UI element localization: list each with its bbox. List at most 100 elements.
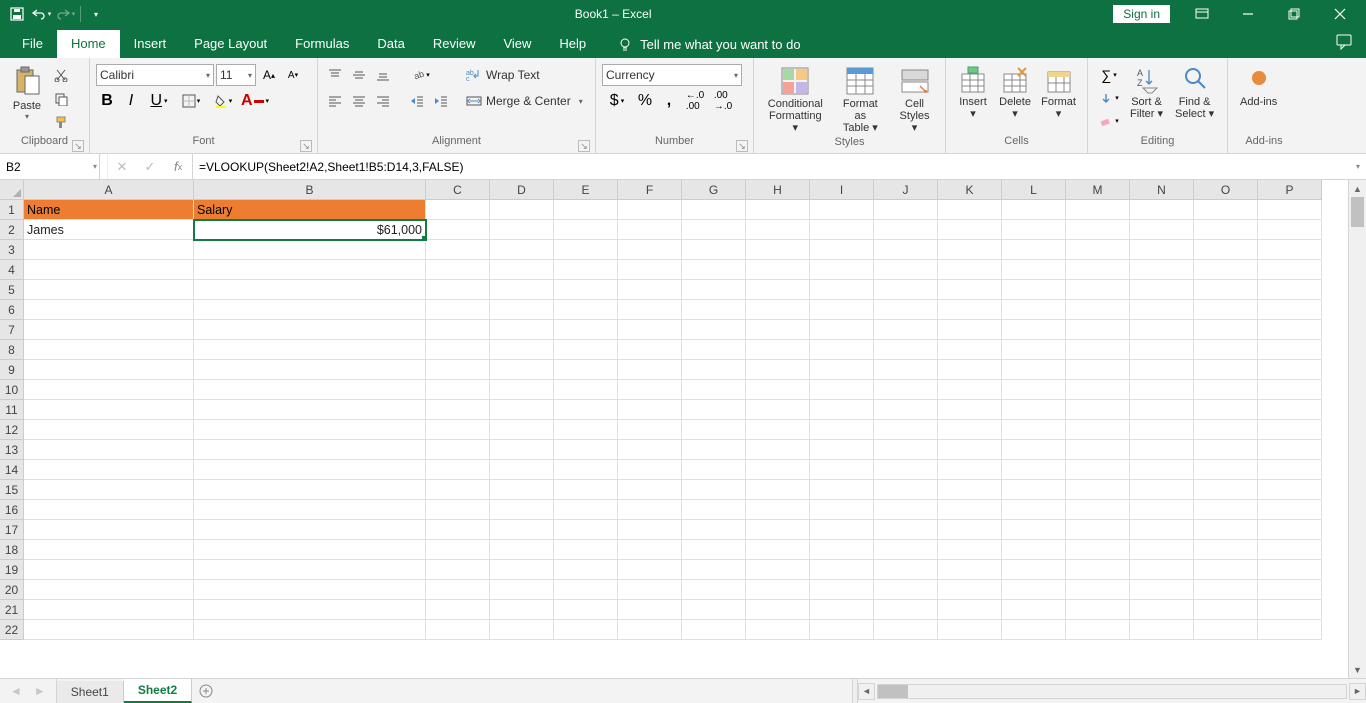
sheet-nav-prev-icon[interactable]: ◄ (6, 684, 26, 698)
sort-filter-button[interactable]: AZ Sort &Filter ▾ (1124, 64, 1169, 122)
row-header-1[interactable]: 1 (0, 200, 24, 220)
cell-A3[interactable] (24, 240, 194, 260)
cell-K4[interactable] (938, 260, 1002, 280)
cell-L9[interactable] (1002, 360, 1066, 380)
cell-L19[interactable] (1002, 560, 1066, 580)
tab-page-layout[interactable]: Page Layout (180, 30, 281, 58)
cell-K7[interactable] (938, 320, 1002, 340)
row-header-14[interactable]: 14 (0, 460, 24, 480)
cell-N15[interactable] (1130, 480, 1194, 500)
cell-H22[interactable] (746, 620, 810, 640)
cell-M15[interactable] (1066, 480, 1130, 500)
cell-C22[interactable] (426, 620, 490, 640)
cell-D13[interactable] (490, 440, 554, 460)
bold-button[interactable]: B (96, 90, 118, 112)
cell-L18[interactable] (1002, 540, 1066, 560)
cell-L11[interactable] (1002, 400, 1066, 420)
cell-C12[interactable] (426, 420, 490, 440)
cell-C17[interactable] (426, 520, 490, 540)
col-header-N[interactable]: N (1130, 180, 1194, 200)
cell-C20[interactable] (426, 580, 490, 600)
col-header-M[interactable]: M (1066, 180, 1130, 200)
cell-A15[interactable] (24, 480, 194, 500)
cell-C18[interactable] (426, 540, 490, 560)
cell-K1[interactable] (938, 200, 1002, 220)
cell-N3[interactable] (1130, 240, 1194, 260)
cell-P21[interactable] (1258, 600, 1322, 620)
row-header-16[interactable]: 16 (0, 500, 24, 520)
align-right-icon[interactable] (372, 90, 394, 112)
cell-I7[interactable] (810, 320, 874, 340)
cell-P11[interactable] (1258, 400, 1322, 420)
cell-C19[interactable] (426, 560, 490, 580)
cell-L1[interactable] (1002, 200, 1066, 220)
cell-M11[interactable] (1066, 400, 1130, 420)
cell-D8[interactable] (490, 340, 554, 360)
cell-F19[interactable] (618, 560, 682, 580)
tell-me-search[interactable]: Tell me what you want to do (618, 31, 800, 58)
cell-L6[interactable] (1002, 300, 1066, 320)
cell-B2[interactable]: $61,000 (194, 220, 426, 240)
cell-M16[interactable] (1066, 500, 1130, 520)
cell-A8[interactable] (24, 340, 194, 360)
cell-A13[interactable] (24, 440, 194, 460)
delete-cells-button[interactable]: Delete▾ (994, 64, 1036, 122)
cell-P18[interactable] (1258, 540, 1322, 560)
cell-N18[interactable] (1130, 540, 1194, 560)
cell-J3[interactable] (874, 240, 938, 260)
cell-F6[interactable] (618, 300, 682, 320)
cell-P6[interactable] (1258, 300, 1322, 320)
cell-A1[interactable]: Name (24, 200, 194, 220)
cell-D18[interactable] (490, 540, 554, 560)
cell-F9[interactable] (618, 360, 682, 380)
font-launcher-icon[interactable]: ↘ (300, 140, 312, 152)
col-header-L[interactable]: L (1002, 180, 1066, 200)
cell-L4[interactable] (1002, 260, 1066, 280)
cell-P15[interactable] (1258, 480, 1322, 500)
col-header-P[interactable]: P (1258, 180, 1322, 200)
row-header-19[interactable]: 19 (0, 560, 24, 580)
cell-L12[interactable] (1002, 420, 1066, 440)
cell-B5[interactable] (194, 280, 426, 300)
cell-N10[interactable] (1130, 380, 1194, 400)
cell-G11[interactable] (682, 400, 746, 420)
accounting-format-icon[interactable]: $▾ (602, 90, 632, 112)
cell-J14[interactable] (874, 460, 938, 480)
cell-F20[interactable] (618, 580, 682, 600)
cell-L5[interactable] (1002, 280, 1066, 300)
cell-A7[interactable] (24, 320, 194, 340)
cell-K9[interactable] (938, 360, 1002, 380)
scroll-left-icon[interactable]: ◄ (858, 683, 875, 700)
cell-C3[interactable] (426, 240, 490, 260)
cell-E18[interactable] (554, 540, 618, 560)
cell-G4[interactable] (682, 260, 746, 280)
cell-H15[interactable] (746, 480, 810, 500)
cell-E1[interactable] (554, 200, 618, 220)
cell-J15[interactable] (874, 480, 938, 500)
cell-I13[interactable] (810, 440, 874, 460)
cell-K13[interactable] (938, 440, 1002, 460)
cell-P3[interactable] (1258, 240, 1322, 260)
merge-center-button[interactable]: Merge & Center▾ (462, 90, 587, 112)
cell-B22[interactable] (194, 620, 426, 640)
cell-M7[interactable] (1066, 320, 1130, 340)
addins-button[interactable]: Add-ins (1234, 64, 1283, 110)
align-left-icon[interactable] (324, 90, 346, 112)
cell-P7[interactable] (1258, 320, 1322, 340)
scroll-up-icon[interactable]: ▲ (1349, 180, 1366, 197)
cell-L17[interactable] (1002, 520, 1066, 540)
cell-I11[interactable] (810, 400, 874, 420)
cell-L20[interactable] (1002, 580, 1066, 600)
cell-M20[interactable] (1066, 580, 1130, 600)
cell-A2[interactable]: James (24, 220, 194, 240)
row-header-3[interactable]: 3 (0, 240, 24, 260)
sign-in-button[interactable]: Sign in (1113, 5, 1170, 23)
cell-N9[interactable] (1130, 360, 1194, 380)
tab-insert[interactable]: Insert (120, 30, 181, 58)
scroll-down-icon[interactable]: ▼ (1349, 661, 1366, 678)
select-all-cell[interactable] (0, 180, 24, 200)
cell-I22[interactable] (810, 620, 874, 640)
cell-A9[interactable] (24, 360, 194, 380)
cell-O8[interactable] (1194, 340, 1258, 360)
cell-L15[interactable] (1002, 480, 1066, 500)
